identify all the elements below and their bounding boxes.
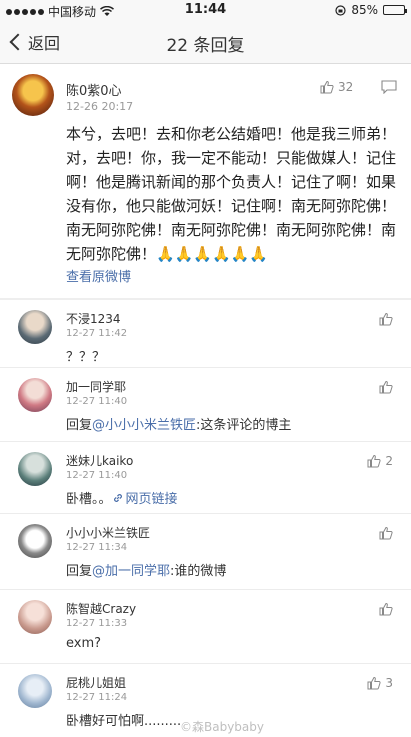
comment-icon[interactable] bbox=[381, 80, 397, 94]
mention-link[interactable]: @小小小米兰铁匠 bbox=[92, 418, 196, 433]
comment-text: 回复@小小小米兰铁匠:这条评论的博主 bbox=[66, 414, 291, 433]
comment-text: 回复@加一同学耶:谁的微博 bbox=[66, 560, 226, 579]
comment-time: 12-27 11:33 bbox=[66, 618, 128, 629]
avatar[interactable] bbox=[18, 452, 52, 486]
like-button[interactable]: 32 bbox=[320, 80, 353, 94]
reply-text: :谁的微博 bbox=[170, 564, 227, 579]
thumbs-up-icon bbox=[379, 602, 393, 616]
comment-username[interactable]: 屁桃儿姐姐 bbox=[66, 674, 126, 691]
thumbs-up-icon bbox=[379, 380, 393, 394]
avatar[interactable] bbox=[18, 600, 52, 634]
reply-prefix: 回复 bbox=[66, 418, 93, 433]
watermark: ©森Babybaby bbox=[180, 720, 264, 734]
comment-item: 加一同学耶 12-27 11:40 回复@小小小米兰铁匠:这条评论的博主 bbox=[0, 368, 411, 442]
avatar[interactable] bbox=[18, 310, 52, 344]
link-icon bbox=[113, 494, 122, 502]
comment-username[interactable]: 不浸1234 bbox=[66, 310, 121, 327]
comment-text: exm? bbox=[66, 636, 102, 651]
post-text: 本兮，去吧！去和你老公结婚吧！他是我三师弟！对，去吧！你，我一定不能动！只能做媒… bbox=[66, 125, 397, 263]
comment-time: 12-27 11:42 bbox=[66, 328, 128, 339]
web-link-label: 网页链接 bbox=[125, 492, 178, 507]
comment-item: 不浸1234 12-27 11:42 ？？？ bbox=[0, 300, 411, 368]
avatar[interactable] bbox=[18, 674, 52, 708]
thumbs-up-icon bbox=[320, 80, 334, 94]
comment-item: 陈智越Crazy 12-27 11:33 exm? bbox=[0, 590, 411, 664]
like-button[interactable]: 2 bbox=[367, 454, 393, 468]
comment-text: ？？？ bbox=[66, 350, 106, 365]
avatar[interactable] bbox=[18, 524, 52, 558]
comment-body: 卧槽。。 bbox=[66, 492, 112, 507]
comment-username[interactable]: 陈智越Crazy bbox=[66, 600, 136, 617]
reply-text: :这条评论的博主 bbox=[196, 418, 292, 433]
web-link[interactable]: 网页链接 bbox=[112, 492, 178, 507]
battery-percent: 85% bbox=[351, 3, 378, 17]
comment-time: 12-27 11:34 bbox=[66, 542, 128, 553]
comment-username[interactable]: 加一同学耶 bbox=[66, 378, 126, 395]
avatar[interactable] bbox=[12, 74, 54, 116]
comment-text: 卧槽好可怕啊......... bbox=[66, 714, 182, 729]
post-username[interactable]: 陈0紫0心 bbox=[66, 80, 122, 99]
battery-area: 85% bbox=[335, 3, 407, 17]
like-button[interactable] bbox=[379, 602, 393, 616]
like-button[interactable] bbox=[379, 380, 393, 394]
comment-item: 小小小米兰铁匠 12-27 11:34 回复@加一同学耶:谁的微博 bbox=[0, 514, 411, 590]
like-count: 32 bbox=[338, 80, 354, 94]
like-count: 2 bbox=[385, 454, 393, 468]
avatar[interactable] bbox=[18, 378, 52, 412]
thumbs-up-icon bbox=[367, 454, 381, 468]
thumbs-up-icon bbox=[367, 676, 381, 690]
reply-prefix: 回复 bbox=[66, 564, 93, 579]
comment-time: 12-27 11:24 bbox=[66, 692, 128, 703]
like-button[interactable]: 3 bbox=[367, 676, 393, 690]
like-count: 3 bbox=[385, 676, 393, 690]
thumbs-up-icon bbox=[379, 526, 393, 540]
mention-link[interactable]: @加一同学耶 bbox=[92, 564, 170, 579]
like-button[interactable] bbox=[379, 312, 393, 326]
post-time: 12-26 20:17 bbox=[66, 100, 134, 113]
comment-username[interactable]: 迷妹儿kaiko bbox=[66, 452, 133, 469]
status-bar: 中国移动 11:44 85% bbox=[0, 0, 411, 20]
view-original-link[interactable]: 查看原微博 bbox=[66, 266, 131, 285]
page-title: 22 条回复 bbox=[166, 36, 245, 56]
comment-time: 12-27 11:40 bbox=[66, 470, 128, 481]
thumbs-up-icon bbox=[379, 312, 393, 326]
comment-item: 迷妹儿kaiko 12-27 11:40 卧槽。。 网页链接 2 bbox=[0, 442, 411, 514]
comment-time: 12-27 11:40 bbox=[66, 396, 128, 407]
battery-icon bbox=[383, 5, 407, 15]
original-post: 陈0紫0心 12-26 20:17 32 本兮，去吧！去和你老公结婚吧！他是我三… bbox=[0, 64, 411, 298]
nav-bar: 返回 22 条回复 bbox=[0, 20, 411, 64]
comment-text: 卧槽。。 网页链接 bbox=[66, 488, 178, 507]
comment-username[interactable]: 小小小米兰铁匠 bbox=[66, 524, 150, 541]
like-button[interactable] bbox=[379, 526, 393, 540]
orientation-lock-icon bbox=[335, 4, 346, 16]
